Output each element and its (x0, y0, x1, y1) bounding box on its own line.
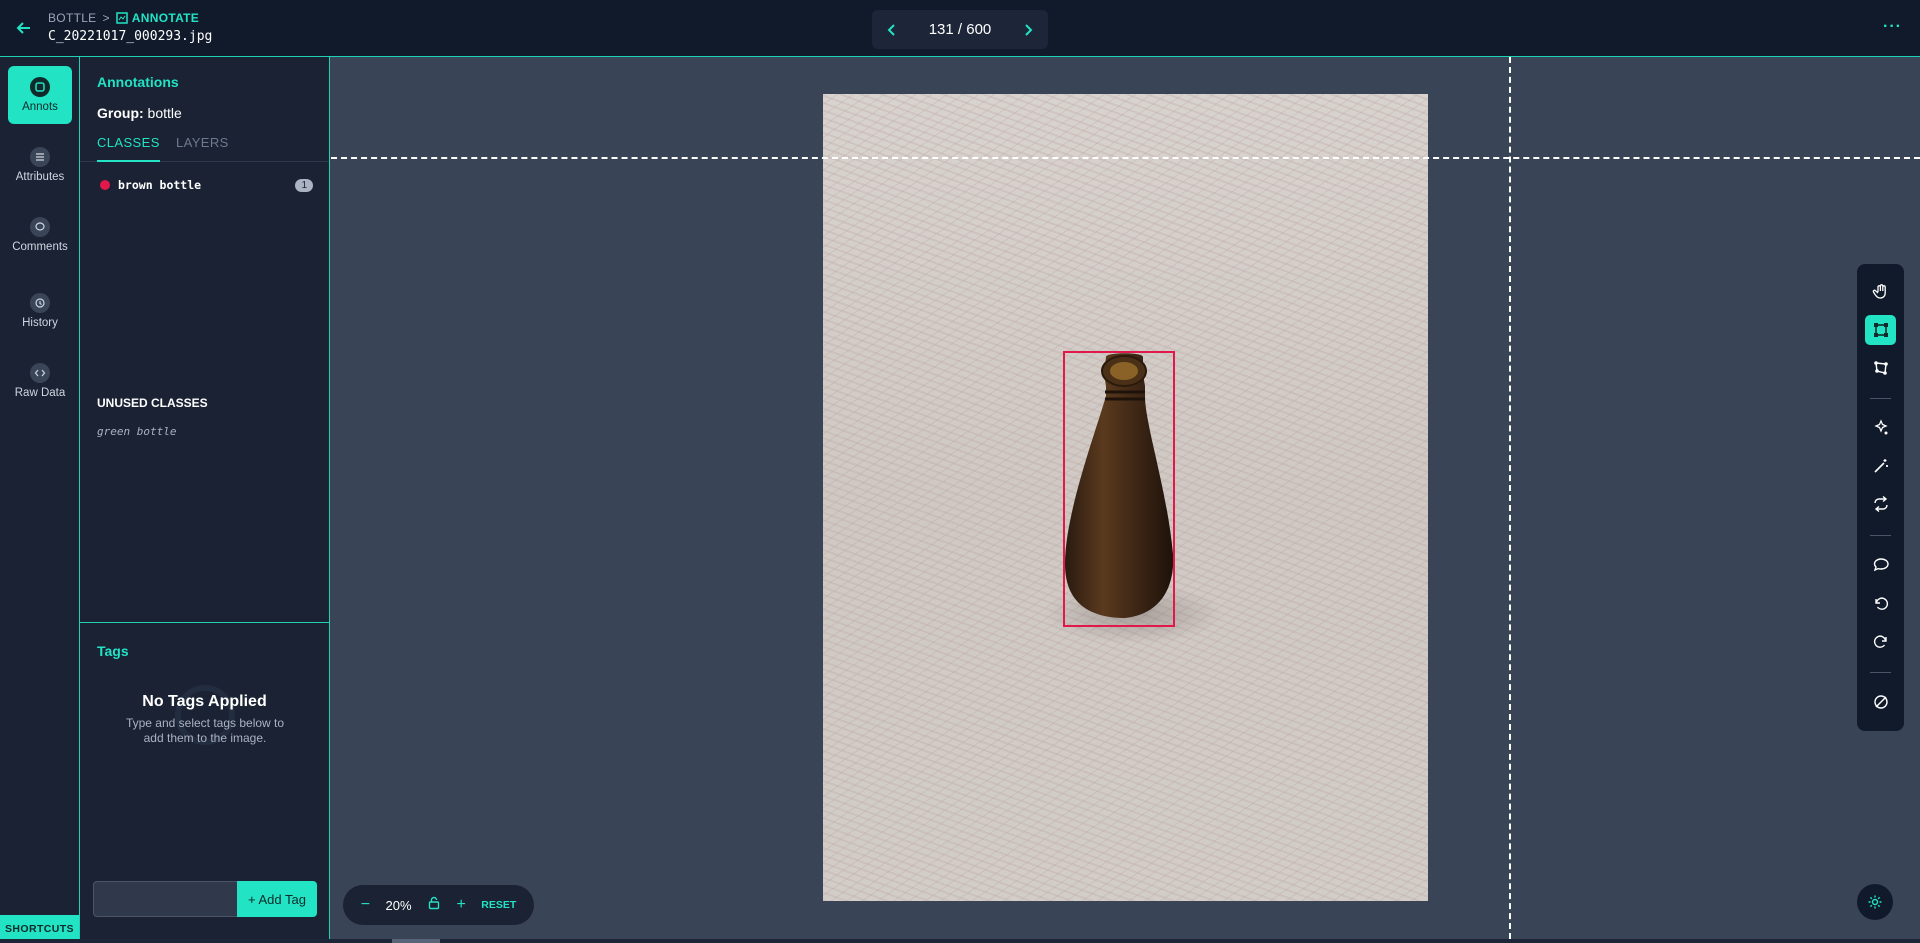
no-tags-description: Type and select tags below to add them t… (125, 716, 285, 745)
zoom-out-button[interactable]: − (361, 896, 370, 914)
rail-item-attributes[interactable]: Attributes (8, 136, 72, 194)
file-name: C_20221017_000293.jpg (48, 29, 213, 44)
toolbar-separator (1870, 672, 1891, 673)
breadcrumb: BOTTLE > ANNOTATE (48, 11, 199, 25)
reset-zoom-button[interactable]: RESET (481, 899, 516, 911)
rail-item-annots[interactable]: Annots (8, 66, 72, 124)
panel-title: Annotations (97, 74, 179, 90)
top-bar: BOTTLE > ANNOTATE C_20221017_000293.jpg … (0, 0, 1920, 57)
zoom-in-button[interactable]: + (456, 896, 465, 914)
annotated-image[interactable] (823, 94, 1428, 901)
rail-item-label: Attributes (15, 171, 65, 183)
back-arrow-icon[interactable] (14, 18, 34, 38)
rail-item-label: Annots (22, 101, 58, 113)
scrollbar-thumb[interactable] (392, 939, 440, 943)
class-count-badge: 1 (295, 178, 313, 192)
group-value: bottle (147, 105, 182, 121)
annotations-panel: Annotations Group: bottle CLASSES LAYERS… (80, 57, 330, 943)
no-tags-title: No Tags Applied (142, 693, 267, 710)
redo-icon[interactable] (1865, 626, 1896, 656)
hand-tool-icon[interactable] (1865, 277, 1896, 307)
toolbar-separator (1870, 398, 1891, 399)
magic-wand-icon[interactable] (1865, 451, 1896, 481)
class-color-dot (100, 180, 110, 190)
tools-toolbar (1857, 264, 1904, 731)
bounding-box-annotation[interactable] (1063, 351, 1175, 627)
rail-item-label: History (22, 317, 58, 329)
tab-layers[interactable]: LAYERS (176, 135, 229, 162)
group-info: Group: bottle (97, 105, 182, 121)
more-options-icon[interactable]: ··· (1883, 18, 1902, 36)
tag-input[interactable] (93, 881, 237, 917)
disable-icon[interactable] (1865, 687, 1896, 717)
lock-icon[interactable] (427, 896, 441, 915)
history-icon (30, 293, 50, 313)
class-row-brown-bottle[interactable]: brown bottle 1 (100, 175, 313, 195)
horizontal-scrollbar[interactable] (0, 939, 1920, 943)
rail-item-history[interactable]: History (8, 282, 72, 340)
bounding-box-icon[interactable] (1865, 315, 1896, 345)
comment-icon (30, 217, 50, 237)
previous-image-button[interactable] (886, 23, 898, 37)
breadcrumb-current-label: ANNOTATE (131, 11, 200, 25)
zoom-level: 20% (385, 897, 412, 913)
rail-item-label: Raw Data (14, 387, 66, 399)
chevron-left-icon (887, 23, 895, 36)
rail-item-raw-data[interactable]: Raw Data (8, 352, 72, 410)
rail-item-comments[interactable]: Comments (8, 206, 72, 264)
tags-title: Tags (97, 643, 129, 659)
auto-detect-icon[interactable] (1865, 413, 1896, 443)
annotations-icon (30, 77, 50, 97)
undo-icon[interactable] (1865, 588, 1896, 618)
list-icon (30, 147, 50, 167)
code-icon (30, 363, 50, 383)
unused-classes-title: UNUSED CLASSES (97, 396, 208, 410)
breadcrumb-separator: > (102, 11, 110, 25)
group-label: Group: (97, 105, 144, 121)
class-name: brown bottle (118, 178, 202, 192)
crosshair-guide-horizontal (331, 157, 1920, 159)
breadcrumb-project[interactable]: BOTTLE (48, 11, 96, 25)
rail-item-label: Comments (12, 241, 68, 253)
comment-icon[interactable] (1865, 550, 1896, 580)
breadcrumb-current: ANNOTATE (116, 11, 199, 25)
toolbar-separator (1870, 535, 1891, 536)
next-image-button[interactable] (1022, 23, 1034, 37)
crosshair-guide-vertical (1509, 57, 1511, 939)
pager-count: 131 / 600 (928, 21, 992, 38)
image-pager: 131 / 600 (872, 10, 1048, 49)
annotate-icon (116, 12, 128, 24)
zoom-controls: − 20% + RESET (343, 885, 534, 925)
polygon-icon[interactable] (1865, 353, 1896, 383)
add-tag-button[interactable]: + Add Tag (237, 881, 317, 917)
loop-icon[interactable] (1865, 489, 1896, 519)
panel-divider (80, 622, 329, 623)
unused-class-item[interactable]: green bottle (97, 425, 176, 438)
left-nav-rail: Annots Attributes Comments History Raw D… (0, 57, 80, 943)
chevron-right-icon (1025, 23, 1033, 36)
annotation-canvas[interactable]: − 20% + RESET (331, 57, 1920, 939)
settings-gear-icon[interactable] (1857, 884, 1893, 920)
tab-classes[interactable]: CLASSES (97, 135, 160, 162)
panel-tabs: CLASSES LAYERS (80, 135, 329, 162)
